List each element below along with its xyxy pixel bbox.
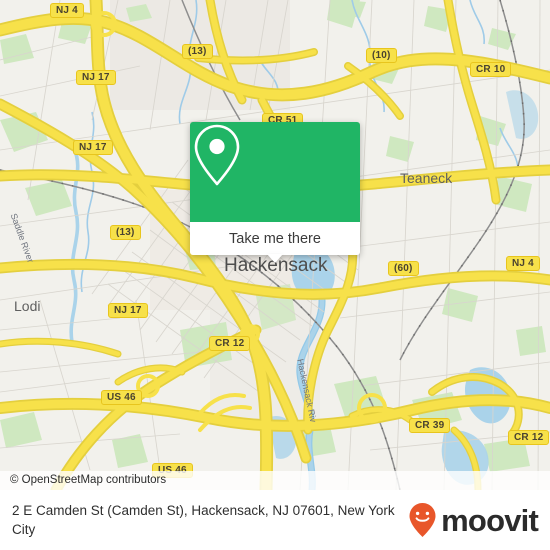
address-text: 2 E Camden St (Camden St), Hackensack, N… xyxy=(12,503,395,537)
take-me-there-label: Take me there xyxy=(229,230,321,247)
road-shield-cr12-west: CR 12 xyxy=(209,336,251,351)
moovit-brand[interactable]: moovit xyxy=(408,502,542,538)
place-label-lodi: Lodi xyxy=(14,298,41,314)
road-shield-cr39: CR 39 xyxy=(409,418,451,433)
place-label-teaneck: Teaneck xyxy=(400,170,453,186)
road-shield-13-lower: (13) xyxy=(110,225,141,240)
map-pin-icon xyxy=(194,124,240,186)
road-shield-nj4-north: NJ 4 xyxy=(50,3,84,18)
road-shield-nj17-upper: NJ 17 xyxy=(76,70,116,85)
moovit-wordmark: moovit xyxy=(441,502,539,538)
road-shield-cr10: CR 10 xyxy=(470,62,512,77)
osm-attribution[interactable]: © OpenStreetMap contributors xyxy=(0,471,550,490)
popup-tail xyxy=(267,254,283,263)
map-canvas[interactable]: Teaneck Hackensack Lodi Saddle River Hac… xyxy=(0,0,550,490)
popup-pin-area xyxy=(190,122,360,222)
moovit-pin-smile-icon xyxy=(409,503,436,537)
road-shield-60: (60) xyxy=(388,261,419,276)
destination-popup-card[interactable]: Take me there xyxy=(190,122,360,263)
road-shield-nj4-east: NJ 4 xyxy=(506,256,540,271)
road-shield-us46-upper: US 46 xyxy=(101,390,142,405)
road-shield-13-north: (13) xyxy=(182,44,213,59)
road-shield-10: (10) xyxy=(366,48,397,63)
road-shield-nj17-mid: NJ 17 xyxy=(73,140,113,155)
take-me-there-button[interactable]: Take me there xyxy=(190,222,360,263)
map-screenshot: Teaneck Hackensack Lodi Saddle River Hac… xyxy=(0,0,550,550)
road-shield-cr12-east: CR 12 xyxy=(508,430,550,445)
footer-bar: 2 E Camden St (Camden St), Hackensack, N… xyxy=(0,490,550,550)
road-shield-nj17-lower: NJ 17 xyxy=(108,303,148,318)
